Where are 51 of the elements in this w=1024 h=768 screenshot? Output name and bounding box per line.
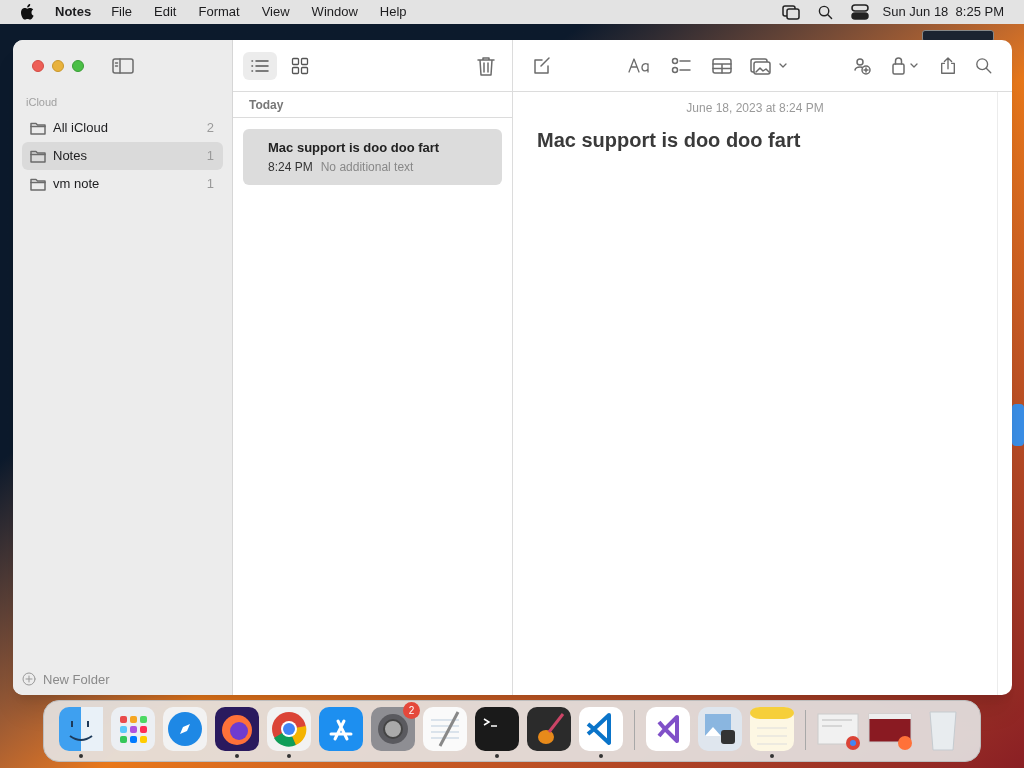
menu-bar-clock[interactable]: Sun Jun 18 8:25 PM <box>882 2 1004 22</box>
folder-item[interactable]: Notes 1 <box>22 141 223 170</box>
sidebar-toggle-icon[interactable] <box>112 57 134 75</box>
share-icon[interactable] <box>939 55 957 76</box>
zoom-button[interactable] <box>72 60 84 72</box>
photo-dropdown-icon[interactable] <box>750 55 788 76</box>
menu-item[interactable]: File <box>111 2 133 22</box>
note-item[interactable]: Mac support is doo doo fart 8:24 PM No additional text <box>243 129 502 185</box>
code-editor-icon[interactable] <box>578 706 624 759</box>
note-time: 8:24 PM <box>268 158 313 176</box>
control-center-icon[interactable] <box>850 4 869 20</box>
menu-item[interactable]: View <box>261 2 290 22</box>
note-preview: No additional text <box>320 158 414 176</box>
app-menu[interactable]: Notes <box>55 2 92 22</box>
folder-item[interactable]: All iCloud 2 <box>22 113 223 142</box>
folder-item[interactable]: vm note 1 <box>22 169 223 198</box>
grid-icon <box>291 56 309 75</box>
folder-name: Notes <box>53 146 88 165</box>
date-group-header: Today <box>249 96 284 114</box>
menu-item[interactable]: Help <box>379 2 407 22</box>
note-date: June 18, 2023 at 8:24 PM <box>686 100 824 117</box>
folder-icon <box>30 148 46 163</box>
apple-logo-icon[interactable] <box>20 4 34 20</box>
list-icon <box>250 57 270 74</box>
note-heading[interactable]: Mac support is doo doo fart <box>537 125 973 155</box>
note-title: Mac support is doo doo fart <box>268 139 441 158</box>
folder-name: All iCloud <box>53 118 109 137</box>
chrome-circle-icon[interactable] <box>266 706 312 759</box>
plus-circle-icon <box>22 672 36 687</box>
terminal-icon[interactable] <box>474 706 520 759</box>
table-icon[interactable] <box>710 55 732 76</box>
folder-name: vm note <box>53 174 101 193</box>
note-count: 2 <box>206 118 215 137</box>
screen-mirroring-icon[interactable] <box>781 4 800 20</box>
checklist-icon[interactable] <box>670 55 692 76</box>
trash-icon[interactable] <box>477 55 495 76</box>
smiley-face-app-icon[interactable] <box>58 706 104 759</box>
note-count: 1 <box>206 174 215 193</box>
folder-icon <box>30 176 46 191</box>
section-header: iCloud <box>25 95 59 110</box>
background-window-edge <box>1012 404 1024 446</box>
search-icon[interactable] <box>817 4 833 20</box>
folder-icon <box>30 120 46 135</box>
menu-item[interactable]: Window <box>311 2 358 22</box>
menu-item[interactable]: Edit <box>154 2 177 22</box>
list-view-button[interactable] <box>243 51 277 80</box>
compose-icon[interactable] <box>532 55 552 76</box>
menu-item[interactable]: Format <box>198 2 240 22</box>
note-count: 1 <box>206 146 215 165</box>
close-button[interactable] <box>32 60 44 72</box>
notification-badge: 2 <box>403 702 420 719</box>
